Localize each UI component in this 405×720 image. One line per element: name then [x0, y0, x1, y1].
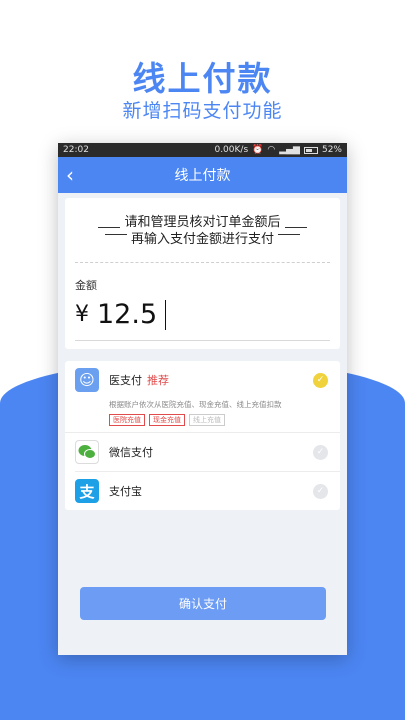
check-unselected-icon[interactable]: ✓ [313, 444, 328, 460]
signal-icon: ▂▄▆ [279, 145, 300, 155]
check-selected-icon[interactable]: ✓ [313, 372, 328, 388]
promo-subtitle: 新增扫码支付功能 [122, 100, 283, 122]
method-label: 支付宝 [109, 485, 142, 498]
method-wechat-pay[interactable]: 微信支付 ✓ [65, 433, 340, 471]
amount-label: 金额 [75, 279, 97, 292]
confirm-pay-button[interactable]: 确认支付 [80, 587, 326, 620]
yi-pay-description: 根据账户依次从医院充值、现金充值、线上充值扣款 [109, 400, 282, 409]
recommend-badge: 推荐 [147, 374, 169, 387]
notice-line-1: 请和管理员核对订单金额后 [75, 214, 330, 231]
tag-cash-topup: 现金充值 [149, 414, 185, 426]
phone-screen: 22:02 0.00K/s ⏰ ◠ ▂▄▆ 52% ‹ 线上付款 请和管理员核对… [58, 143, 347, 655]
nav-bar: ‹ 线上付款 [58, 157, 347, 193]
wifi-icon: ◠ [267, 145, 276, 155]
yi-pay-detail: 根据账户依次从医院充值、现金充值、线上充值扣款 医院充值 现金充值 线上充值 [65, 399, 340, 433]
amount-value: 12.5 [97, 299, 158, 330]
wechat-icon [75, 440, 99, 464]
battery-level: 52% [321, 145, 342, 155]
page-title: 线上付款 [174, 168, 231, 184]
method-alipay[interactable]: 支 支付宝 ✓ [65, 472, 340, 510]
method-label: 医支付 [109, 374, 142, 387]
method-label: 微信支付 [109, 446, 153, 459]
alarm-icon: ⏰ [252, 145, 264, 155]
amount-input[interactable]: ¥ 12.5 [75, 293, 330, 341]
chevron-left-icon[interactable]: ‹ [66, 163, 74, 187]
network-speed: 0.00K/s [214, 145, 249, 155]
notice: 请和管理员核对订单金额后 再输入支付金额进行支付 [75, 198, 330, 263]
payment-methods: ☺ 医支付 推荐 ✓ 根据账户依次从医院充值、现金充值、线上充值扣款 医院充值 … [65, 361, 340, 510]
alipay-icon: 支 [75, 479, 99, 503]
check-unselected-icon[interactable]: ✓ [313, 483, 328, 499]
amount-card: 请和管理员核对订单金额后 再输入支付金额进行支付 金额 ¥ 12.5 [65, 198, 340, 349]
promo-title: 线上付款 [132, 59, 273, 98]
yi-pay-icon: ☺ [75, 368, 99, 392]
status-time: 22:02 [63, 145, 89, 155]
currency-symbol: ¥ [75, 302, 89, 327]
status-bar: 22:02 0.00K/s ⏰ ◠ ▂▄▆ 52% [58, 143, 347, 157]
text-cursor [165, 299, 167, 330]
tag-hospital-topup: 医院充值 [109, 414, 145, 426]
notice-line-2: 再输入支付金额进行支付 [75, 231, 330, 248]
method-yi-pay[interactable]: ☺ 医支付 推荐 ✓ [65, 361, 340, 399]
battery-icon [303, 146, 318, 154]
tag-online-topup: 线上充值 [189, 414, 225, 426]
